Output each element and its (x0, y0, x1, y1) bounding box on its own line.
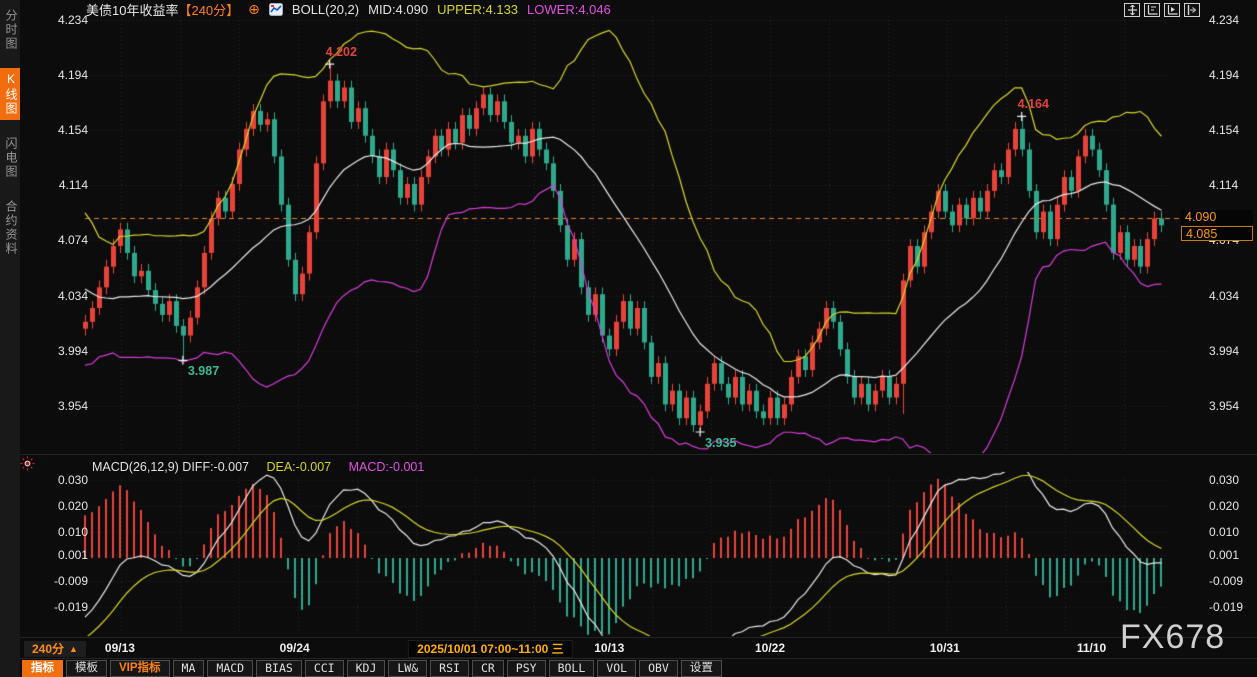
macd-diff-value: MACD(26,12,9) DIFF:-0.007 (92, 460, 249, 474)
last-price-tag: 4.085 (1181, 226, 1253, 241)
macd-axis-label: -0.019 (1209, 600, 1257, 614)
price-axis-label: 4.154 (28, 123, 88, 137)
macd-axis-label: -0.009 (28, 574, 88, 588)
boll-mid-value: MID:4.090 (368, 2, 428, 17)
toolbar-tab[interactable]: 模板 (66, 660, 107, 677)
price-axis-label: 3.994 (1209, 344, 1257, 358)
chart-header: 美债10年收益率【240分】 ⊕ BOLL(20,2) MID:4.090 UP… (86, 1, 611, 17)
toolbar-tab[interactable]: KDJ (347, 660, 386, 677)
indicator-toolbar: 指标模板VIP指标MAMACDBIASCCIKDJLW&RSICRPSYBOLL… (22, 660, 722, 677)
highlighted-session-label: 2025/10/01 07:00~11:00 三 (408, 640, 572, 658)
time-axis-label: 11/10 (1077, 641, 1106, 655)
macd-axis-label: 0.030 (28, 473, 88, 487)
price-axis-label: 3.954 (28, 399, 88, 413)
dropdown-arrow-icon: ▲ (69, 641, 78, 657)
macd-axis-label: 0.001 (28, 548, 88, 562)
toolbar-divider (0, 658, 1257, 659)
left-sidebar: 分时图 K线图 闪电图 合约资料 (0, 0, 20, 677)
macd-axis-label: -0.019 (28, 600, 88, 614)
y-axis-scale-icon[interactable] (1144, 3, 1160, 17)
time-axis-label: 10/22 (755, 641, 785, 655)
macd-axis-label: 0.020 (1209, 499, 1257, 513)
instrument-title: 美债10年收益率【240分】 (86, 0, 239, 19)
time-axis-label: 10/13 (594, 641, 624, 655)
toolbar-tab[interactable]: 指标 (22, 660, 63, 677)
toolbar-tab[interactable]: PSY (507, 660, 546, 677)
time-axis-label: 10/31 (930, 641, 960, 655)
price-axis-label: 4.034 (28, 289, 88, 303)
sidebar-item-flash[interactable]: 闪电图 (0, 133, 20, 183)
toolbar-tab[interactable]: CR (472, 660, 504, 677)
chart-tool-icons (1124, 3, 1200, 17)
macd-axis-label: 0.001 (1209, 548, 1257, 562)
toolbar-tab[interactable]: VIP指标 (110, 660, 170, 677)
sidebar-item-contract-info[interactable]: 合约资料 (0, 196, 20, 260)
price-annotation: 4.164 (1018, 97, 1049, 111)
price-axis-label: 4.034 (1209, 289, 1257, 303)
boll-lower-value: LOWER:4.046 (527, 2, 611, 17)
price-axis-label: 4.194 (28, 68, 88, 82)
toolbar-tab[interactable]: OBV (639, 660, 678, 677)
price-annotation: 3.987 (188, 364, 219, 378)
time-axis-label: 09/13 (105, 641, 135, 655)
price-axis-label: 3.954 (1209, 399, 1257, 413)
period-selector[interactable]: 240分 ▲ (24, 641, 86, 657)
toolbar-tab[interactable]: MACD (207, 660, 253, 677)
watermark: FX678 (1120, 618, 1225, 657)
price-annotation: 3.935 (705, 436, 736, 450)
period-text: 【240分】 (178, 3, 239, 18)
sidebar-item-timeline[interactable]: 分时图 (0, 5, 20, 55)
boll-label: BOLL(20,2) (292, 2, 359, 17)
price-annotation: 4.202 (326, 45, 357, 59)
macd-axis-label: -0.009 (1209, 574, 1257, 588)
price-axis-label: 4.154 (1209, 123, 1257, 137)
macd-axis-label: 0.010 (1209, 525, 1257, 539)
toolbar-tab[interactable]: MA (173, 660, 205, 677)
macd-axis-label: 0.020 (28, 499, 88, 513)
toolbar-tab[interactable]: 设置 (681, 660, 722, 677)
toolbar-tab[interactable]: LW& (388, 660, 427, 677)
pane-divider (0, 454, 1257, 455)
x-axis-scale-icon[interactable] (1164, 3, 1180, 17)
price-axis-label: 4.114 (28, 178, 88, 192)
macd-hist-value: MACD:-0.001 (349, 460, 425, 474)
period-label: 240分 (32, 641, 64, 657)
time-axis-label: 09/24 (280, 641, 310, 655)
boll-upper-value: UPPER:4.133 (437, 2, 518, 17)
boll-mid-price-tag: 4.090 (1181, 210, 1253, 225)
price-axis-label: 4.194 (1209, 68, 1257, 82)
toolbar-tab[interactable]: VOL (597, 660, 636, 677)
macd-axis-label: 0.010 (28, 525, 88, 539)
toolbar-tab[interactable]: BOLL (549, 660, 595, 677)
live-indicator-icon (20, 456, 35, 476)
pan-icon[interactable] (1124, 3, 1140, 17)
toolbar-tab[interactable]: BIAS (256, 660, 302, 677)
shift-right-icon[interactable] (1184, 3, 1200, 17)
toolbar-tab[interactable]: CCI (305, 660, 344, 677)
macd-header: MACD(26,12,9) DIFF:-0.007 DEA:-0.007 MAC… (92, 460, 424, 474)
chart-style-icon[interactable] (269, 3, 283, 16)
expand-icon[interactable]: ⊕ (248, 3, 260, 15)
price-axis-label: 3.994 (28, 344, 88, 358)
macd-axis-label: 0.030 (1209, 473, 1257, 487)
chart-application: 分时图 K线图 闪电图 合约资料 美债10年收益率【240分】 ⊕ BOLL(2… (0, 0, 1257, 677)
xaxis-divider (0, 637, 1257, 638)
title-text: 美债10年收益率 (86, 3, 178, 18)
macd-dea-value: DEA:-0.007 (266, 460, 331, 474)
price-axis-label: 4.234 (28, 13, 88, 27)
price-axis-label: 4.234 (1209, 13, 1257, 27)
price-axis-label: 4.074 (28, 233, 88, 247)
sidebar-item-kline[interactable]: K线图 (0, 68, 20, 120)
price-axis-label: 4.114 (1209, 178, 1257, 192)
toolbar-tab[interactable]: RSI (430, 660, 469, 677)
candlestick-chart-canvas[interactable] (0, 0, 1257, 677)
